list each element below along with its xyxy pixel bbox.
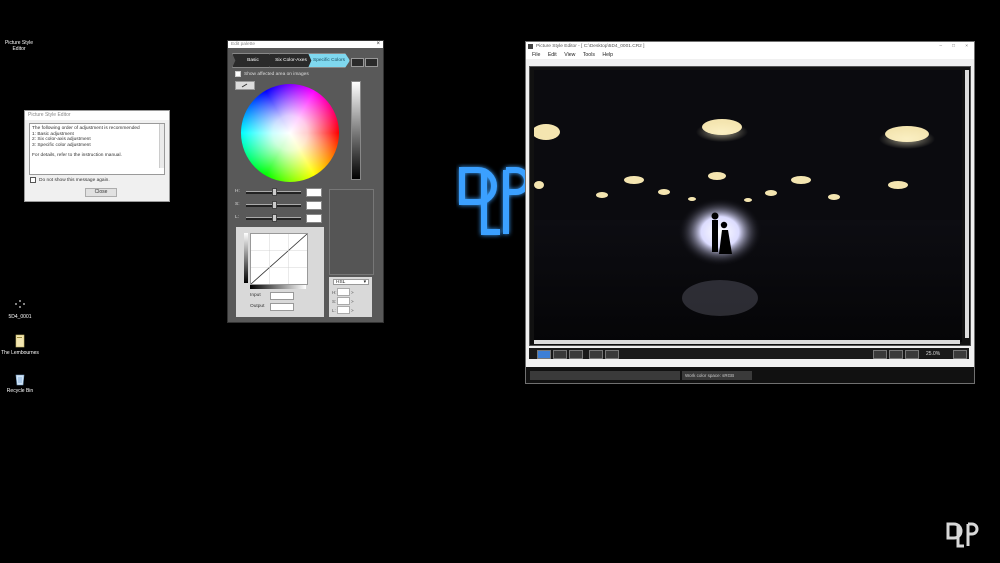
dont-show-label: Do not show this message again.	[39, 177, 110, 183]
s-value-field[interactable]	[306, 201, 322, 210]
eyedropper-icon	[241, 83, 248, 88]
rotate-left-icon[interactable]	[589, 350, 603, 359]
vertical-scrollbar[interactable]	[965, 70, 969, 338]
menu-view[interactable]: View	[564, 52, 575, 58]
copy-icon[interactable]	[351, 58, 364, 67]
zoom-level: 25.0%	[926, 351, 941, 357]
image-file-icon	[13, 298, 27, 312]
desktop-app-label[interactable]: Picture Style Editor	[2, 40, 36, 52]
s-slider-knob[interactable]	[272, 201, 277, 209]
main-window-titlebar: Picture Style Editor - [ C:\Desktop\5D4_…	[526, 42, 974, 51]
desktop-icon-folder[interactable]: The Lembournes	[0, 334, 40, 356]
dont-show-checkbox-row[interactable]: Do not show this message again.	[30, 177, 110, 183]
dlp-logo-icon	[459, 167, 526, 235]
luminance-bar[interactable]	[351, 81, 361, 180]
side-by-side-button[interactable]	[553, 350, 567, 359]
dialog-title: Picture Style Editor	[25, 111, 169, 120]
palette-title: Edit palette ×	[228, 41, 383, 48]
color-mode-select[interactable]: HSL ▾	[333, 279, 369, 285]
hsl-readout-panel: HSL ▾ H: S: L: > > >	[329, 277, 372, 317]
tone-curve-line	[250, 233, 308, 285]
message-scrollbar[interactable]	[159, 124, 164, 168]
desktop-icon-label: The Lembournes	[1, 350, 39, 356]
image-viewport[interactable]	[529, 66, 971, 346]
status-progress-field	[530, 371, 680, 380]
readout-s-field	[337, 297, 350, 305]
fit-to-window-button[interactable]	[889, 350, 903, 359]
edit-palette: Edit palette × Basic Six Color-Axes Spec…	[227, 40, 384, 323]
menu-bar: File Edit View Tools Help	[526, 51, 974, 59]
main-window-title: Picture Style Editor - [ C:\Desktop\5D4_…	[536, 44, 645, 49]
single-view-button[interactable]	[537, 350, 551, 359]
save-icon[interactable]	[365, 58, 378, 67]
readout-l-field	[337, 306, 350, 314]
recommendation-dialog: Picture Style Editor The following order…	[24, 110, 170, 202]
output-field[interactable]	[270, 303, 294, 311]
readout-labels: H: S: L:	[332, 290, 337, 313]
show-affected-area-label: Show affected area on images	[244, 71, 309, 77]
message-line: For details, refer to the instruction ma…	[32, 153, 122, 158]
zoom-in-icon[interactable]	[905, 350, 919, 359]
minimize-icon[interactable]: –	[939, 42, 942, 51]
tab-basic[interactable]: Basic	[232, 53, 274, 68]
actual-size-button[interactable]	[873, 350, 887, 359]
tone-curve-graph[interactable]	[250, 233, 308, 285]
watermark-logo	[946, 520, 980, 550]
menu-edit[interactable]: Edit	[548, 52, 557, 58]
h-slider-knob[interactable]	[272, 188, 277, 196]
eyedropper-button[interactable]	[235, 81, 255, 90]
show-affected-area-checkbox[interactable]	[235, 71, 241, 77]
horizontal-scrollbar[interactable]	[534, 340, 960, 344]
desktop-icon-image-file[interactable]: 5D4_0001	[0, 298, 40, 320]
app-icon	[528, 44, 533, 49]
chevron-down-icon: ▾	[363, 280, 366, 285]
desktop-icon-label: 5D4_0001	[8, 314, 32, 320]
tab-six-color-axes[interactable]: Six Color-Axes	[269, 53, 313, 68]
readout-h-field	[337, 288, 350, 296]
rotate-right-icon[interactable]	[605, 350, 619, 359]
photo-image	[534, 70, 962, 342]
menu-file[interactable]: File	[532, 52, 540, 58]
input-label: Input	[250, 293, 261, 298]
menu-help[interactable]: Help	[602, 52, 613, 58]
desktop-icon-recycle-bin[interactable]: Recycle Bin	[0, 372, 40, 394]
desktop-icon-label: Recycle Bin	[6, 388, 34, 394]
l-slider-label: L:	[235, 215, 240, 220]
output-gradient	[244, 233, 248, 283]
view-toolbar: 25.0%	[529, 348, 969, 359]
color-wheel[interactable]	[241, 84, 339, 182]
readout-arrows: > > >	[351, 290, 354, 313]
color-preview-swatch	[329, 189, 374, 275]
zoom-out-icon[interactable]	[953, 350, 967, 359]
menu-tools[interactable]: Tools	[583, 52, 595, 58]
input-gradient	[250, 285, 306, 289]
dialog-message: The following order of adjustment is rec…	[29, 123, 165, 175]
close-button[interactable]: Close	[85, 188, 117, 197]
logo-watermark-center	[456, 162, 526, 242]
h-slider-label: H:	[235, 189, 240, 194]
maximize-icon[interactable]: □	[952, 42, 955, 51]
h-value-field[interactable]	[306, 188, 322, 197]
main-window: Picture Style Editor - [ C:\Desktop\5D4_…	[525, 41, 975, 384]
recycle-bin-icon	[13, 372, 27, 386]
l-slider-knob[interactable]	[272, 214, 277, 222]
status-area: Work color space: sRGB	[526, 367, 974, 383]
top-bottom-button[interactable]	[569, 350, 583, 359]
dlp-logo-icon	[946, 522, 979, 548]
show-affected-area-row[interactable]: Show affected area on images	[235, 71, 309, 77]
close-icon[interactable]: ×	[965, 42, 968, 51]
folder-icon	[13, 334, 27, 348]
output-label: Output	[250, 304, 265, 309]
close-icon[interactable]: ×	[376, 41, 380, 48]
s-slider-label: S:	[235, 202, 240, 207]
status-color-space: Work color space: sRGB	[682, 371, 752, 380]
l-value-field[interactable]	[306, 214, 322, 223]
input-field[interactable]	[270, 292, 294, 300]
tone-curve-panel: Input Output	[236, 227, 324, 317]
dont-show-checkbox[interactable]	[30, 177, 36, 183]
tab-specific-colors[interactable]: Specific Colors	[308, 53, 350, 68]
